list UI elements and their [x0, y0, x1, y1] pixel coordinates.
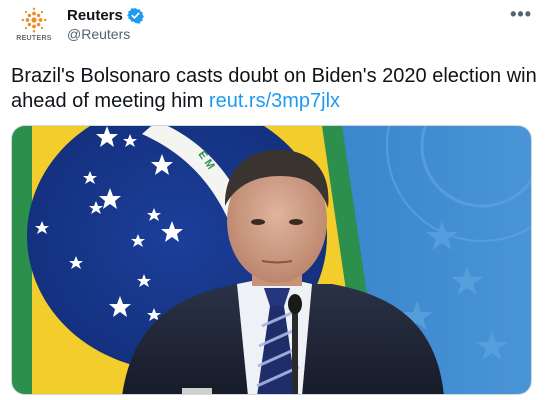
verified-badge-icon	[126, 7, 144, 24]
avatar-logo-text: REUTERS	[16, 35, 52, 42]
tweet-card: REUTERS Reuters @Reuters ••• Brazil's Bo…	[0, 0, 554, 400]
tweet-text: Brazil's Bolsonaro casts doubt on Biden'…	[11, 64, 546, 114]
account-name-row: Reuters	[67, 7, 144, 24]
account-handle[interactable]: @Reuters	[67, 26, 130, 42]
more-options-icon[interactable]: •••	[510, 5, 532, 23]
account-name[interactable]: Reuters	[67, 7, 123, 24]
tweet-media[interactable]: E M	[11, 125, 532, 395]
tweet-link[interactable]: reut.rs/3mp7jlx	[209, 90, 340, 112]
news-photo-icon: E M	[12, 126, 531, 394]
avatar[interactable]: REUTERS	[11, 7, 57, 45]
reuters-logo-icon	[21, 7, 47, 33]
